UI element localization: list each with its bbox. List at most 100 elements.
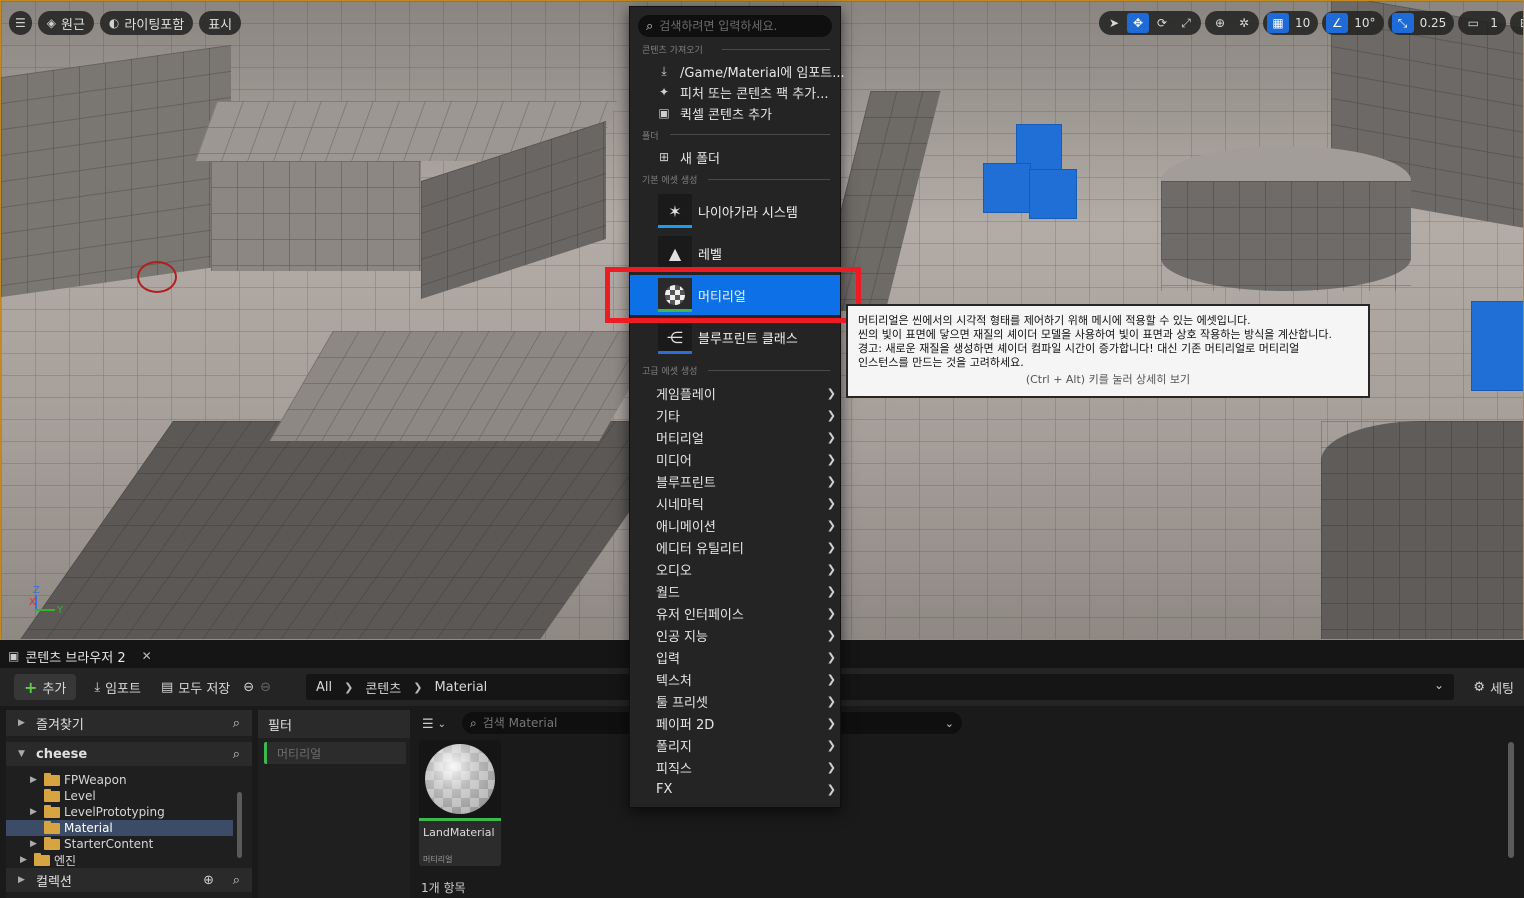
menu-search-box[interactable]: ⌕ bbox=[638, 15, 832, 37]
grid-snap-icon[interactable]: ▦ bbox=[1267, 13, 1289, 33]
camera-actor-icon[interactable] bbox=[137, 261, 177, 293]
menu-item-quixel[interactable]: ▣ 퀵셀 콘텐츠 추가 bbox=[656, 103, 772, 123]
move-icon[interactable]: ✥ bbox=[1127, 13, 1149, 33]
rotation-snap-group[interactable]: ∠ 10° bbox=[1322, 11, 1384, 35]
filter-chip-material[interactable]: 머티리얼 bbox=[264, 742, 406, 764]
camera-speed-value[interactable]: 1 bbox=[1486, 16, 1502, 30]
import-icon: ⤓ bbox=[661, 63, 667, 78]
breadcrumb-all[interactable]: All bbox=[316, 680, 332, 695]
tree-item-engine[interactable]: ▶ 엔진 bbox=[20, 852, 76, 868]
submenu-audio[interactable]: 오디오 ❯ bbox=[656, 559, 836, 579]
scale-snap-value[interactable]: 0.25 bbox=[1416, 16, 1451, 30]
menu-item-label: 피처 또는 콘텐츠 팩 추가... bbox=[680, 86, 829, 102]
perspective-button[interactable]: ◈ 원근 bbox=[37, 11, 94, 35]
submenu-gameplay[interactable]: 게임플레이 ❯ bbox=[656, 383, 836, 403]
menu-item-niagara-system[interactable]: ✶ 나이아가라 시스템 bbox=[630, 191, 840, 231]
chevron-down-icon[interactable]: ⌄ bbox=[945, 717, 954, 730]
menu-item-add-feature-pack[interactable]: ✦ 피처 또는 콘텐츠 팩 추가... bbox=[656, 82, 829, 102]
save-all-button[interactable]: ▤ 모두 저장 bbox=[151, 674, 240, 700]
collections-header[interactable]: ▶ 컬렉션 ⊕ ⌕ bbox=[6, 868, 252, 892]
submenu-input[interactable]: 입력 ❯ bbox=[656, 647, 836, 667]
settings-button[interactable]: ⚙ 세팅 bbox=[1463, 674, 1524, 700]
menu-search-input[interactable] bbox=[659, 19, 820, 33]
add-collection-icon[interactable]: ⊕ bbox=[203, 873, 214, 888]
search-icon[interactable]: ⌕ bbox=[233, 747, 240, 762]
filter-icon: ☰ bbox=[422, 716, 434, 732]
submenu-media[interactable]: 미디어 ❯ bbox=[656, 449, 836, 469]
surface-snap-icon[interactable]: ✲ bbox=[1233, 13, 1255, 33]
history-back-button[interactable]: ⊖ bbox=[240, 674, 257, 700]
submenu-label: 시네마틱 bbox=[656, 497, 704, 513]
tree-item-material[interactable]: Material bbox=[44, 820, 113, 836]
angle-snap-icon[interactable]: ∠ bbox=[1326, 13, 1349, 33]
viewport-layout-icon[interactable]: ⊞ bbox=[1514, 13, 1523, 33]
scale-snap-icon[interactable]: ⤡ bbox=[1391, 13, 1414, 33]
viewport-menu-button[interactable]: ☰ bbox=[9, 11, 32, 35]
tree-scrollbar[interactable] bbox=[237, 792, 242, 858]
project-header[interactable]: ▼ cheese ⌕ bbox=[6, 742, 252, 766]
submenu-material[interactable]: 머티리얼 ❯ bbox=[656, 427, 836, 447]
rotate-icon[interactable]: ⟳ bbox=[1151, 13, 1173, 33]
submenu-misc[interactable]: 기타 ❯ bbox=[656, 405, 836, 425]
history-forward-button[interactable]: ⊖ bbox=[257, 674, 274, 700]
breadcrumb-content[interactable]: 콘텐츠 bbox=[365, 678, 401, 697]
tree-item-fpweapon[interactable]: ▶ FPWeapon bbox=[30, 772, 127, 788]
tree-item-level[interactable]: Level bbox=[44, 788, 96, 804]
submenu-physics[interactable]: 피직스 ❯ bbox=[656, 757, 836, 777]
submenu-world[interactable]: 월드 ❯ bbox=[656, 581, 836, 601]
scale-snap-group[interactable]: ⤡ 0.25 bbox=[1387, 11, 1455, 35]
chevron-down-icon[interactable]: ⌄ bbox=[1434, 678, 1444, 692]
expand-triangle-icon[interactable]: ▶ bbox=[18, 875, 28, 885]
favorites-header[interactable]: ▶ 즐겨찾기 ⌕ bbox=[6, 710, 252, 736]
submenu-animation[interactable]: 애니메이션 ❯ bbox=[656, 515, 836, 535]
add-button[interactable]: + 추가 bbox=[14, 674, 77, 700]
tree-item-levelprototyping[interactable]: ▶ LevelPrototyping bbox=[30, 804, 165, 820]
expand-triangle-icon[interactable]: ▶ bbox=[30, 807, 40, 817]
collapse-triangle-icon[interactable]: ▼ bbox=[18, 749, 28, 759]
camera-icon[interactable]: ▭ bbox=[1462, 13, 1484, 33]
search-icon[interactable]: ⌕ bbox=[233, 873, 240, 888]
submenu-blueprint[interactable]: 블루프린트 ❯ bbox=[656, 471, 836, 491]
menu-item-blueprint-class[interactable]: ⋲ 블루프린트 클래스 bbox=[630, 317, 840, 357]
close-icon[interactable]: ✕ bbox=[142, 649, 152, 663]
tab-label: 콘텐츠 브라우저 2 bbox=[25, 650, 126, 666]
highlight-box bbox=[605, 267, 861, 323]
breadcrumb-chevron-icon[interactable]: ❯ bbox=[413, 681, 422, 694]
submenu-paper-2d[interactable]: 페이퍼 2D ❯ bbox=[656, 713, 836, 733]
search-icon[interactable]: ⌕ bbox=[233, 716, 240, 731]
submenu-tool-presets[interactable]: 툴 프리셋 ❯ bbox=[656, 691, 836, 711]
folder-icon bbox=[34, 852, 50, 866]
submenu-foliage[interactable]: 폴리지 ❯ bbox=[656, 735, 836, 755]
tree-item-startercontent[interactable]: ▶ StarterContent bbox=[30, 836, 153, 852]
submenu-cinematic[interactable]: 시네마틱 ❯ bbox=[656, 493, 836, 513]
submenu-user-interface[interactable]: 유저 인터페이스 ❯ bbox=[656, 603, 836, 623]
expand-triangle-icon[interactable]: ▶ bbox=[30, 839, 40, 849]
show-button[interactable]: 표시 bbox=[199, 11, 242, 35]
menu-item-new-folder[interactable]: ⊞ 새 폴더 bbox=[656, 147, 720, 167]
select-cursor-icon[interactable]: ➤ bbox=[1103, 13, 1125, 33]
scale-icon[interactable]: ⤢ bbox=[1175, 13, 1197, 33]
import-button[interactable]: ⤓ 임포트 bbox=[84, 674, 151, 700]
submenu-texture[interactable]: 텍스처 ❯ bbox=[656, 669, 836, 689]
asset-scrollbar[interactable] bbox=[1508, 742, 1514, 858]
expand-triangle-icon[interactable]: ▶ bbox=[30, 775, 40, 785]
rotation-snap-value[interactable]: 10° bbox=[1350, 16, 1379, 30]
submenu-ai[interactable]: 인공 지능 ❯ bbox=[656, 625, 836, 645]
expand-triangle-icon[interactable]: ▶ bbox=[18, 718, 28, 728]
asset-tile-landmaterial[interactable]: LandMaterial 머티리얼 bbox=[419, 740, 501, 866]
world-globe-icon[interactable]: ⊕ bbox=[1209, 13, 1231, 33]
menu-item-import[interactable]: ⤓ /Game/Material에 임포트... bbox=[656, 61, 844, 81]
search-icon: ⌕ bbox=[646, 18, 654, 34]
breadcrumb-chevron-icon[interactable]: ❯ bbox=[344, 681, 353, 694]
submenu-fx[interactable]: FX ❯ bbox=[656, 779, 836, 799]
expand-triangle-icon[interactable]: ▶ bbox=[20, 855, 30, 865]
filter-dropdown-button[interactable]: ☰ ⌄ bbox=[422, 714, 456, 734]
camera-speed-group[interactable]: ▭ 1 bbox=[1458, 11, 1506, 35]
lighting-mode-button[interactable]: ◐ 라이팅포함 bbox=[99, 11, 194, 35]
tab-content-browser-2[interactable]: ▣ 콘텐츠 브라우저 2 ✕ bbox=[4, 644, 156, 668]
grid-snap-group[interactable]: ▦ 10 bbox=[1263, 11, 1319, 35]
grid-snap-value[interactable]: 10 bbox=[1291, 16, 1314, 30]
submenu-editor-utility[interactable]: 에디터 유틸리티 ❯ bbox=[656, 537, 836, 557]
layout-group[interactable]: ⊞ bbox=[1509, 11, 1523, 35]
breadcrumb-material[interactable]: Material bbox=[434, 680, 487, 695]
